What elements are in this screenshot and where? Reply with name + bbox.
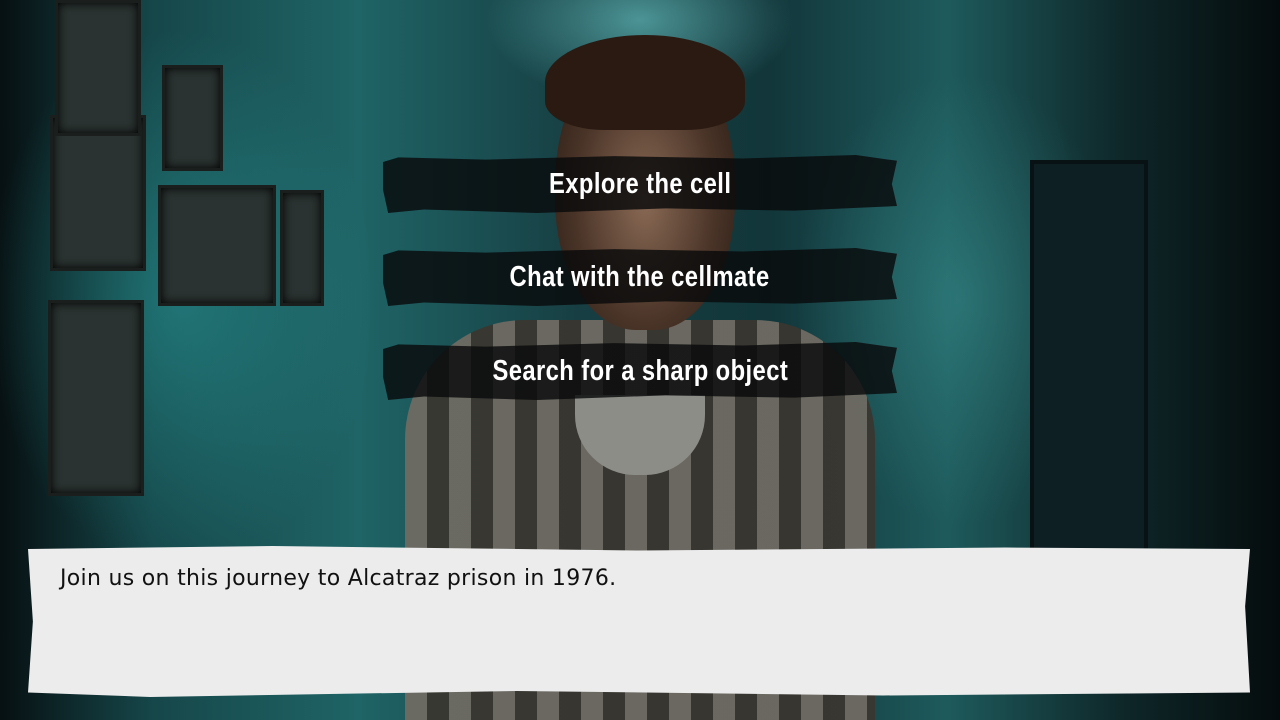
choice-search-sharp-object[interactable]: Search for a sharp object xyxy=(383,342,897,400)
choice-label: Search for a sharp object xyxy=(492,354,788,387)
choice-label: Chat with the cellmate xyxy=(509,260,771,293)
dialogue-box[interactable]: Join us on this journey to Alcatraz pris… xyxy=(28,546,1250,697)
cell-door xyxy=(1030,160,1148,568)
wall-frame xyxy=(50,115,146,271)
wall-frame xyxy=(280,190,324,306)
choice-label: Explore the cell xyxy=(548,167,732,200)
choice-explore-cell[interactable]: Explore the cell xyxy=(383,155,897,213)
wall-frame xyxy=(162,65,223,171)
choice-chat-cellmate[interactable]: Chat with the cellmate xyxy=(383,248,897,306)
dialogue-text: Join us on this journey to Alcatraz pris… xyxy=(60,566,617,591)
inmate-hair xyxy=(545,35,745,130)
wall-frame xyxy=(55,0,141,136)
wall-frame xyxy=(158,185,276,306)
wall-frame xyxy=(48,300,144,496)
